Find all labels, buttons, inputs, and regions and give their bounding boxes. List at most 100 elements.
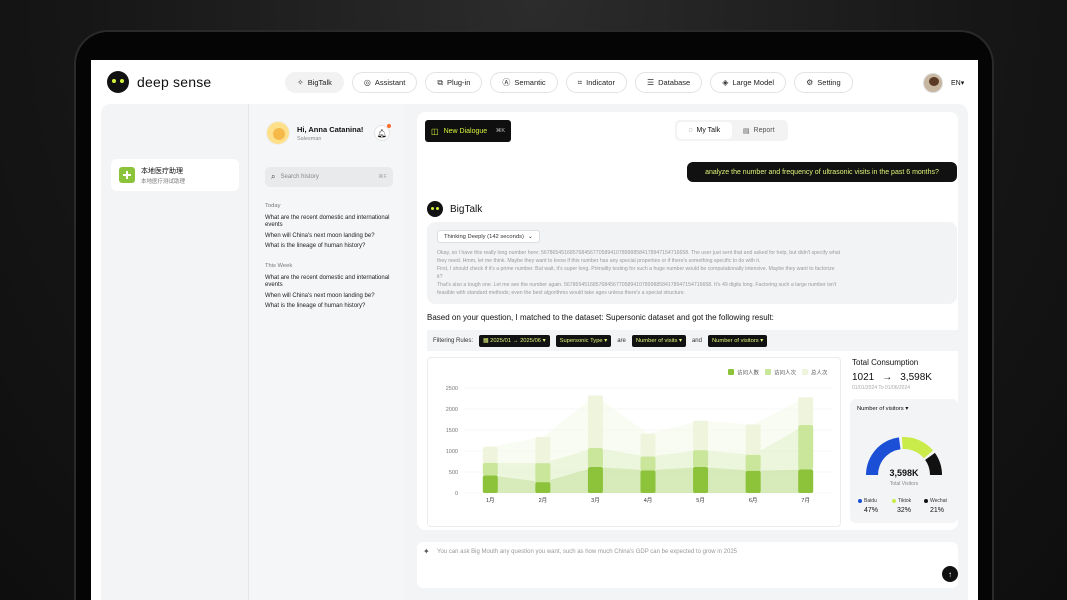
chat-input[interactable]: ✦ You can ask Big Mouth any question you… [417, 542, 958, 588]
sparkle-icon: ✧ [297, 78, 304, 87]
arrow-right-icon: → [882, 372, 893, 383]
plugin-icon: ⧉ [437, 77, 444, 87]
thinking-text: Okay, so I have this really long number … [437, 249, 907, 297]
nav-label: Assistant [374, 78, 406, 87]
user-avatar[interactable] [923, 73, 943, 93]
bar-segment [693, 420, 709, 451]
nav-label: Database [658, 78, 691, 87]
calendar-icon: ▦ [483, 337, 491, 344]
date-range-filter[interactable]: ▦ 2025/01 → 2025/06 ▾ [479, 334, 550, 347]
pct-baidu: 47% [864, 507, 879, 514]
bar-segment [587, 466, 603, 493]
assistant-title: 本地医疗助理 [141, 167, 183, 175]
total-from: 1021 [852, 372, 875, 383]
bar-segment [798, 424, 814, 470]
thinking-line: That's also a tough one. Let me see the … [437, 282, 837, 288]
nav-indicator[interactable]: ⌗ Indicator [565, 72, 627, 93]
bar-segment [745, 454, 761, 471]
history-search[interactable]: ⌕ Search history ⌘F [265, 167, 393, 187]
gauge-metric-selector[interactable]: Number of visitors ▾ [857, 406, 908, 412]
indicator-icon: ⌗ [577, 77, 583, 87]
history-item[interactable]: When will China's next moon landing be? [265, 293, 390, 300]
body-area: 本地医疗助理 本地医疗测试助理 Hi, Anna Catanina! Sales… [101, 104, 968, 600]
thinking-line: First, I should check if it's a prime nu… [437, 266, 835, 272]
legend-swatch [802, 369, 808, 375]
filter-and: and [691, 337, 702, 344]
database-icon: ☰ [646, 78, 655, 87]
nav-setting[interactable]: ⚙ Setting [794, 72, 853, 93]
bar-segment [693, 466, 709, 493]
filter-label: Filtering Rules: [433, 337, 474, 344]
tab-report[interactable]: ▤ Report [732, 122, 787, 139]
greeting-name: Hi, Anna Catanina! [297, 124, 364, 134]
thinking-toggle[interactable]: Thinking Deeply (142 seconds) ⌄ [437, 230, 540, 243]
model-icon: ◈ [722, 78, 729, 87]
pct-wechat: 21% [930, 507, 945, 514]
new-dialogue-button[interactable]: ◫ New Dialogue ⌘K [425, 120, 511, 142]
nav-plug-in[interactable]: ⧉ Plug-in [425, 72, 483, 93]
nav-label: Setting [817, 78, 841, 87]
top-bar: deep sense ✧ BigTalk ◎ Assistant ⧉ Plug-in Ⓐ Se… [91, 60, 978, 104]
bar-segment [587, 395, 603, 449]
bar-segment [535, 463, 551, 483]
app-screen: deep sense ✧ BigTalk ◎ Assistant ⧉ Plug-in Ⓐ Se… [91, 60, 978, 600]
assistant-column: 本地医疗助理 本地医疗测试助理 [101, 104, 249, 600]
nav-assistant[interactable]: ◎ Assistant [351, 72, 418, 93]
greeting: Hi, Anna Catanina! Salesman [266, 121, 363, 145]
main-nav: ✧ BigTalk ◎ Assistant ⧉ Plug-in Ⓐ Semantic ⌗ Indi… [285, 72, 853, 93]
assistant-subtitle: 本地医疗测试助理 [141, 178, 186, 185]
nav-database[interactable]: ☰ Database [634, 72, 703, 93]
history-item[interactable]: What are the recent domestic and interna… [265, 275, 390, 289]
language-selector[interactable]: EN▾ [951, 79, 964, 87]
nav-large-model[interactable]: ◈ Large Model [710, 72, 787, 93]
assistant-card[interactable]: 本地医疗助理 本地医疗测试助理 [111, 159, 239, 191]
history-item[interactable]: What is the lineage of human history? [265, 303, 390, 310]
chart-svg: 0 500 1000 1500 2000 2500 1月 2月 3月 4月 5月 6月 7月 访问人数 访问… [446, 369, 832, 504]
history-item[interactable]: What is the lineage of human history? [265, 243, 390, 250]
bar-segment [745, 424, 761, 455]
type-filter[interactable]: Supersonic Type ▾ [555, 334, 612, 347]
gauge-center-label: Total Visitors [889, 481, 919, 487]
x-tick-label: 4月 [644, 497, 653, 504]
x-tick-label: 1月 [486, 497, 495, 504]
total-to: 3,598K [900, 372, 932, 383]
chevron-down-icon: ⌄ [527, 233, 533, 240]
bar-segment [640, 470, 656, 493]
nav-bigtalk[interactable]: ✧ BigTalk [285, 72, 344, 93]
y-tick-label: 2000 [446, 407, 458, 413]
x-tick-label: 7月 [801, 497, 810, 504]
metric-filter-2[interactable]: Number of visitors ▾ [707, 334, 768, 347]
filter-rules: Filtering Rules: ▦ 2025/01 → 2025/06 ▾ S… [427, 330, 958, 351]
thinking-line: feasible with standard methods; even the… [437, 290, 686, 296]
search-icon: ⌕ [271, 172, 276, 181]
user-question: analyze the number and frequency of ultr… [687, 162, 957, 182]
thinking-line: they need. Hmm, let me think. Maybe they… [437, 258, 761, 264]
x-tick-label: 5月 [696, 497, 705, 504]
logo-icon [107, 71, 129, 93]
visits-chart: 0 500 1000 1500 2000 2500 1月 2月 3月 4月 5月 6月 7月 访问人数 访问… [427, 357, 841, 527]
robot-icon: ◎ [363, 78, 371, 87]
sparkle-icon: ✦ [423, 547, 430, 556]
bar-segment [482, 475, 498, 493]
notification-dot [387, 124, 391, 128]
chat-bubble-icon: ◫ [431, 126, 439, 136]
visitors-gauge [866, 437, 942, 475]
logo[interactable]: deep sense [107, 71, 211, 93]
send-button[interactable]: ↑ [942, 566, 958, 582]
semantic-icon: Ⓐ [502, 78, 511, 87]
tab-my-talk[interactable]: ◌ My Talk [677, 122, 732, 139]
x-tick-label: 6月 [749, 497, 758, 504]
legend-label: 访问人数 [737, 369, 760, 377]
search-input[interactable]: Search history [280, 174, 373, 180]
metric-filter-1[interactable]: Number of visits ▾ [631, 334, 686, 347]
history-item[interactable]: What are the recent domestic and interna… [265, 215, 390, 229]
history-item[interactable]: When will China's next moon landing be? [265, 233, 390, 240]
gauge-segment [901, 437, 934, 459]
result-summary: Based on your question, I matched to the… [427, 313, 774, 322]
thinking-line: Okay, so I have this really long number … [437, 250, 841, 256]
total-consumption-panel: Total Consumption 1021 → 3,598K 01/01/20… [850, 357, 958, 527]
y-tick-label: 1000 [446, 449, 458, 455]
legend-baidu: Baidu [858, 498, 877, 504]
nav-semantic[interactable]: Ⓐ Semantic [490, 72, 558, 93]
history-column: Hi, Anna Catanina! Salesman 🔔︎ ⌕ Search … [249, 104, 404, 600]
